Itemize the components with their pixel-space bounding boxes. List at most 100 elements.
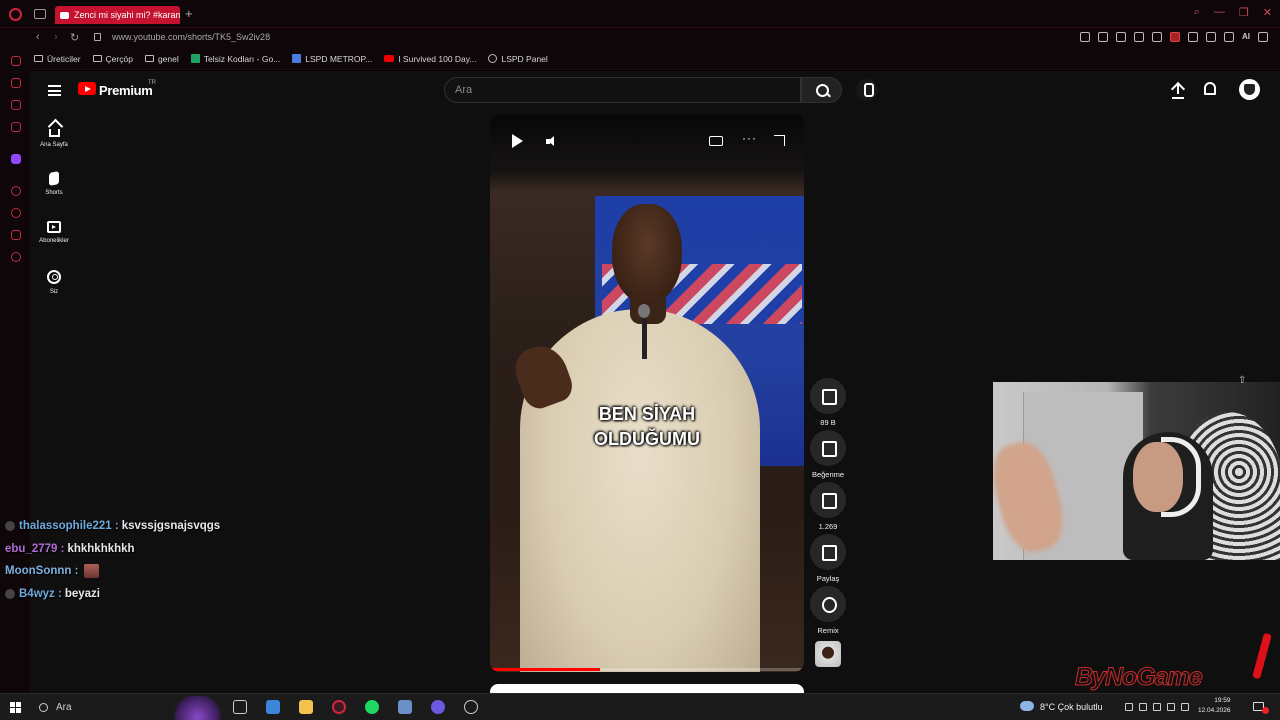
opera-logo-icon[interactable] bbox=[9, 8, 22, 21]
notifications-bell-icon[interactable] bbox=[1204, 82, 1216, 95]
microphone-icon[interactable] bbox=[856, 79, 878, 101]
language-icon[interactable] bbox=[1181, 703, 1189, 711]
sidebar-pinboard-icon[interactable] bbox=[11, 230, 21, 240]
folder-icon bbox=[34, 55, 43, 62]
play-icon[interactable] bbox=[1134, 32, 1144, 42]
taskbar-clock[interactable]: 19:59 12.04.2026 bbox=[1198, 696, 1231, 716]
task-view-icon[interactable] bbox=[233, 700, 247, 714]
subscriptions-icon bbox=[47, 221, 61, 233]
heart-icon[interactable] bbox=[1152, 32, 1162, 42]
caption-line-2: OLDUĞUMU bbox=[594, 429, 700, 449]
pin-icon[interactable] bbox=[1080, 32, 1090, 42]
chevron-up-icon[interactable] bbox=[1125, 703, 1133, 711]
discord-icon[interactable] bbox=[431, 700, 445, 714]
volume-icon[interactable] bbox=[546, 136, 558, 147]
next-short-preview[interactable] bbox=[490, 684, 804, 693]
bookmark-cercop[interactable]: Çerçöp bbox=[92, 54, 133, 64]
share-button[interactable]: Paylaş bbox=[808, 534, 848, 583]
minimize-button[interactable]: — bbox=[1214, 6, 1225, 19]
scroll-up-icon[interactable]: ⇧ bbox=[1238, 375, 1246, 386]
bookmark-lspd-metrop[interactable]: LSPD METROP... bbox=[292, 54, 372, 64]
app-taskbar-icon[interactable] bbox=[398, 700, 412, 714]
search-input[interactable] bbox=[455, 83, 785, 97]
bookmark-telsiz-kodlari[interactable]: Telsiz Kodları - Go... bbox=[190, 54, 280, 64]
ai-button[interactable]: AI bbox=[1242, 32, 1250, 42]
store-icon[interactable] bbox=[266, 700, 280, 714]
dislike-button[interactable]: Beğenme bbox=[808, 430, 848, 479]
url-field[interactable]: www.youtube.com/shorts/TK5_Sw2iv28 bbox=[112, 32, 270, 42]
microphone-tray-icon[interactable] bbox=[1153, 703, 1161, 711]
sidebar-history-icon[interactable] bbox=[11, 56, 21, 66]
youtube-logo-icon[interactable] bbox=[78, 82, 96, 95]
close-button[interactable]: ✕ bbox=[1263, 6, 1272, 19]
shorts-video-player[interactable]: BEN SİYAH OLDUĞUMU ··· bbox=[490, 114, 804, 672]
like-button[interactable]: 89 B bbox=[808, 378, 848, 427]
country-code: TR bbox=[148, 80, 156, 86]
obs-icon[interactable] bbox=[464, 700, 478, 714]
bookmark-lspd-panel[interactable]: LSPD Panel bbox=[488, 54, 548, 64]
sidebar-item-subscriptions[interactable]: Abonelikler bbox=[34, 221, 74, 244]
profile-icon[interactable] bbox=[1206, 32, 1216, 42]
sidebar-workspace-icon[interactable] bbox=[11, 78, 21, 88]
lock-icon[interactable] bbox=[94, 33, 101, 41]
cloud-icon[interactable] bbox=[1020, 701, 1034, 711]
download-icon[interactable] bbox=[1224, 32, 1234, 42]
tab-manager-icon[interactable] bbox=[34, 9, 46, 19]
active-tab[interactable]: Zenci mi siyahi mi? #karam bbox=[55, 6, 180, 24]
comments-button[interactable]: 1.269 bbox=[808, 482, 848, 531]
spotify-icon[interactable] bbox=[365, 700, 379, 714]
new-tab-button[interactable]: + bbox=[185, 6, 193, 21]
back-button[interactable]: ‹ bbox=[36, 31, 40, 43]
bookmark-label: I Survived 100 Day... bbox=[398, 53, 477, 64]
windows-taskbar: Ara 8°C Çok bulutlu 19:59 12.04.2026 bbox=[0, 693, 1280, 720]
sidebar-app-icon[interactable] bbox=[11, 122, 21, 132]
puzzle-icon[interactable] bbox=[1188, 32, 1198, 42]
menu-icon[interactable] bbox=[48, 85, 61, 96]
network-icon[interactable] bbox=[1139, 703, 1147, 711]
fullscreen-icon[interactable] bbox=[774, 135, 785, 146]
microphone-cable bbox=[642, 314, 647, 359]
captions-icon[interactable] bbox=[709, 136, 723, 146]
channel-thumbnail[interactable] bbox=[815, 641, 841, 667]
channel-watermark: ByNoGame bbox=[1075, 663, 1204, 692]
search-tabs-icon[interactable]: ⌕ bbox=[1194, 6, 1200, 19]
bookmark-i-survived[interactable]: I Survived 100 Day... bbox=[384, 54, 476, 64]
youtube-brand[interactable]: Premium bbox=[99, 83, 153, 98]
more-options-icon[interactable]: ··· bbox=[742, 131, 757, 145]
forward-button[interactable]: › bbox=[54, 31, 58, 43]
chat-message: MoonSonnn : bbox=[5, 560, 305, 583]
search-button[interactable] bbox=[801, 77, 842, 103]
reload-button[interactable]: ↻ bbox=[70, 31, 79, 44]
file-explorer-icon[interactable] bbox=[299, 700, 313, 714]
maximize-button[interactable]: ❐ bbox=[1239, 6, 1249, 19]
extension-icon[interactable] bbox=[1170, 32, 1180, 42]
sidebar-item-home[interactable]: Ana Sayfa bbox=[34, 123, 74, 148]
shield-icon[interactable] bbox=[1116, 32, 1126, 42]
settings-icon[interactable] bbox=[11, 252, 21, 262]
webcam-headset bbox=[1161, 437, 1201, 517]
taskbar-search[interactable]: Ara bbox=[33, 699, 163, 716]
progress-bar[interactable] bbox=[490, 668, 804, 671]
weather-text[interactable]: 8°C Çok bulutlu bbox=[1040, 702, 1103, 712]
opera-taskbar-icon[interactable] bbox=[332, 700, 346, 714]
windows-start-icon[interactable] bbox=[10, 702, 21, 713]
remix-button[interactable]: Remix bbox=[808, 586, 848, 635]
sidebar-item-shorts[interactable]: Shorts bbox=[34, 171, 74, 196]
sidebar-player-icon[interactable] bbox=[11, 186, 21, 196]
volume-tray-icon[interactable] bbox=[1167, 703, 1175, 711]
snapshot-icon[interactable] bbox=[1098, 32, 1108, 42]
sidebar-messenger-icon[interactable] bbox=[11, 100, 21, 110]
bookmark-label: genel bbox=[157, 53, 179, 64]
chat-text: khkhkhkhkh bbox=[67, 542, 135, 555]
upload-icon[interactable] bbox=[1171, 82, 1185, 98]
clock-icon[interactable] bbox=[11, 208, 21, 218]
sidebar-item-label: Shorts bbox=[45, 190, 63, 196]
sidebar-item-you[interactable]: Siz bbox=[34, 270, 74, 295]
menu-icon[interactable] bbox=[1258, 32, 1268, 42]
video-caption: BEN SİYAH OLDUĞUMU bbox=[490, 402, 804, 452]
bookmark-ureticiler[interactable]: Üreticiler bbox=[34, 54, 81, 64]
bookmark-genel[interactable]: genel bbox=[144, 53, 179, 64]
play-icon[interactable] bbox=[512, 134, 523, 148]
avatar[interactable] bbox=[1239, 79, 1260, 100]
twitch-icon[interactable] bbox=[11, 154, 21, 164]
